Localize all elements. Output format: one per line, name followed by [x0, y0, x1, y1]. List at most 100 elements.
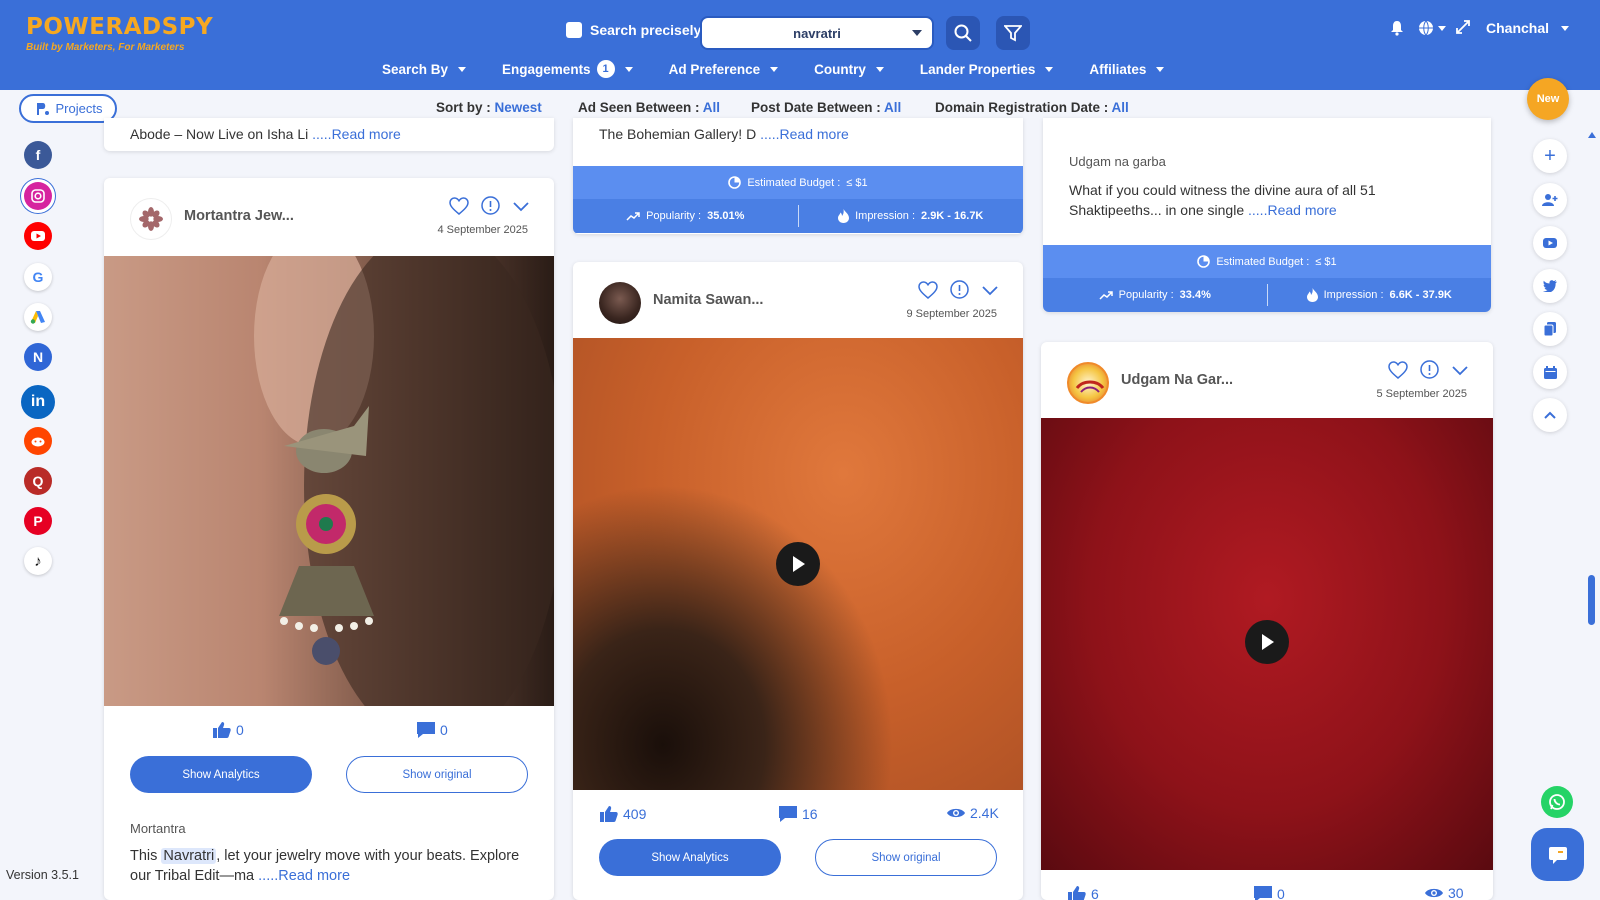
add-button[interactable]: +	[1533, 139, 1567, 173]
card-actions	[918, 280, 999, 299]
linkedin-icon[interactable]: in	[21, 385, 55, 419]
filter-label: Domain Registration Date :	[935, 100, 1109, 115]
read-more-link[interactable]: .....Read more	[1248, 202, 1337, 218]
impression-stat: Impression : 6.6K - 37.9K	[1268, 278, 1492, 312]
popularity-stat: Popularity : 35.01%	[573, 199, 798, 233]
language-button[interactable]	[1418, 20, 1446, 36]
post-date-filter[interactable]: Post Date Between : All	[751, 100, 901, 115]
new-badge[interactable]: New	[1527, 78, 1569, 120]
sort-by-filter[interactable]: Sort by : Newest	[436, 100, 542, 115]
facebook-icon[interactable]: f	[24, 141, 52, 169]
chevron-down-icon[interactable]	[981, 284, 999, 296]
projects-button[interactable]: Projects	[19, 94, 117, 123]
heart-icon[interactable]	[918, 280, 938, 299]
show-original-button[interactable]: Show original	[815, 839, 997, 876]
quora-icon[interactable]: Q	[24, 467, 52, 495]
app-version: Version 3.5.1	[6, 868, 79, 882]
notification-button[interactable]	[1389, 20, 1405, 36]
search-precisely-checkbox[interactable]	[566, 22, 582, 38]
read-more-link[interactable]: .....Read more	[312, 126, 401, 142]
instagram-icon[interactable]	[24, 182, 52, 210]
popularity-label: Popularity :	[1118, 289, 1174, 301]
read-more-link[interactable]: .....Read more	[258, 868, 350, 884]
estimated-budget-bar: Estimated Budget : ≤ $1	[573, 166, 1023, 199]
video-button[interactable]	[1533, 226, 1567, 260]
show-analytics-button[interactable]: Show Analytics	[599, 839, 781, 876]
scroll-top-button[interactable]	[1533, 398, 1567, 432]
pie-chart-icon	[728, 176, 742, 189]
ad-video-thumbnail[interactable]	[573, 338, 1023, 790]
heart-icon[interactable]	[449, 196, 469, 215]
nav-label: Country	[814, 61, 866, 77]
keyword-highlight: Navratri	[161, 848, 217, 864]
avatar[interactable]	[1067, 362, 1109, 404]
advertiser-name[interactable]: Udgam Na Gar...	[1121, 372, 1233, 388]
youtube-icon[interactable]	[24, 222, 52, 250]
native-ads-icon[interactable]: N	[24, 343, 52, 371]
post-date: 9 September 2025	[906, 308, 997, 320]
tiktok-icon[interactable]: ♪	[24, 547, 52, 575]
impression-value: 2.9K - 16.7K	[921, 210, 984, 222]
chat-button[interactable]	[1531, 828, 1584, 881]
poweradspy-logo[interactable]: POWERADSPY Built by Marketers, For Marke…	[26, 14, 213, 53]
advertiser-name[interactable]: Mortantra Jew...	[184, 208, 294, 224]
count-badge: 1	[596, 60, 615, 78]
scrollbar-thumb[interactable]	[1588, 575, 1595, 625]
info-icon[interactable]	[481, 196, 500, 215]
google-ads-glyph	[30, 311, 45, 324]
play-button[interactable]	[776, 542, 820, 586]
nav-ad-preference[interactable]: Ad Preference	[669, 60, 779, 78]
nav-country[interactable]: Country	[814, 60, 884, 78]
ad-snippet: Abode – Now Live on Isha Li .....Read mo…	[130, 124, 401, 144]
avatar[interactable]	[599, 282, 641, 324]
advertiser-name[interactable]: Namita Sawan...	[653, 292, 763, 308]
google-ads-icon[interactable]	[24, 303, 52, 331]
calendar-button[interactable]	[1533, 355, 1567, 389]
whatsapp-button[interactable]	[1541, 786, 1573, 818]
info-icon[interactable]	[1420, 360, 1439, 379]
avatar[interactable]	[130, 198, 172, 240]
thumbs-up-icon	[1068, 886, 1086, 900]
read-more-link[interactable]: .....Read more	[760, 126, 849, 142]
flower-logo-icon	[139, 207, 163, 231]
nav-lander-properties[interactable]: Lander Properties	[920, 60, 1054, 78]
add-user-button[interactable]	[1533, 183, 1567, 217]
copy-icon	[1544, 322, 1556, 336]
chevron-down-icon[interactable]	[1451, 364, 1469, 376]
show-original-button[interactable]: Show original	[346, 756, 528, 793]
copy-button[interactable]	[1533, 312, 1567, 346]
nav-affiliates[interactable]: Affiliates	[1089, 60, 1165, 78]
search-button[interactable]	[946, 16, 980, 50]
plus-icon: +	[1544, 144, 1556, 167]
nav-search-by[interactable]: Search By	[382, 60, 467, 78]
info-icon[interactable]	[950, 280, 969, 299]
impression-label: Impression :	[855, 210, 916, 222]
pinterest-icon[interactable]: P	[24, 507, 52, 535]
pie-chart-icon	[1197, 255, 1211, 268]
google-icon[interactable]: G	[24, 263, 52, 291]
ad-image[interactable]	[104, 226, 554, 746]
popularity-value: 33.4%	[1179, 289, 1211, 301]
heart-icon[interactable]	[1388, 360, 1408, 379]
nav-engagements[interactable]: Engagements 1	[502, 60, 633, 78]
twitter-button[interactable]	[1533, 269, 1567, 303]
play-button[interactable]	[1245, 620, 1289, 664]
ad-seen-filter[interactable]: Ad Seen Between : All	[578, 100, 720, 115]
nav-label: Engagements	[502, 61, 591, 77]
play-icon	[793, 556, 805, 572]
chevron-down-icon	[1045, 66, 1054, 72]
domain-registration-filter[interactable]: Domain Registration Date : All	[935, 100, 1129, 115]
scroll-up-arrow-icon[interactable]	[1588, 132, 1596, 138]
reddit-icon[interactable]	[24, 427, 52, 455]
fullscreen-button[interactable]	[1456, 20, 1470, 34]
user-menu[interactable]: Chanchal	[1486, 20, 1570, 36]
search-precisely-toggle[interactable]: Search precisely	[566, 22, 701, 38]
keyword-search-select[interactable]: navratri	[700, 16, 934, 50]
show-analytics-button[interactable]: Show Analytics	[130, 756, 312, 793]
chevron-down-icon[interactable]	[512, 200, 530, 212]
chevron-down-icon	[875, 66, 884, 72]
filter-value: All	[1111, 100, 1129, 115]
filter-button[interactable]	[996, 16, 1030, 50]
likes-value: 0	[236, 722, 244, 738]
ad-video-thumbnail[interactable]	[1041, 418, 1493, 870]
